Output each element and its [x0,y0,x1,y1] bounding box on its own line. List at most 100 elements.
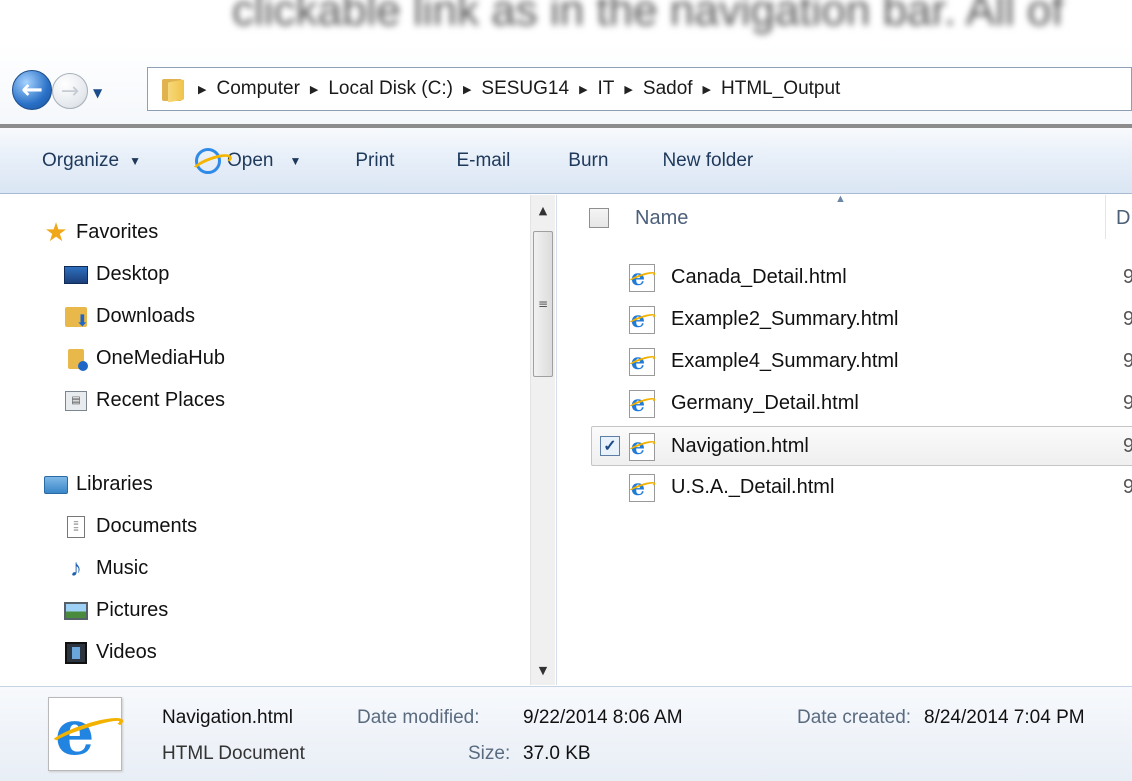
desktop-icon [64,264,88,286]
file-name: Navigation.html [671,435,809,457]
size-value: 37.0 KB [523,743,591,764]
nav-label: Documents [96,515,198,537]
address-bar[interactable]: ▶ Computer ▶ Local Disk (C:) ▶ SESUG14 ▶… [147,67,1132,111]
html-file-icon: e [627,348,657,376]
background-document-text: clickable link as in the navigation bar.… [0,0,1132,44]
nav-label: Videos [96,641,157,663]
file-date-cut: 9 [1123,476,1132,498]
print-label: Print [355,149,395,171]
nav-documents[interactable]: ≡ ≡ Documents [64,515,197,538]
pictures-icon [64,600,88,622]
scroll-up-arrow-icon[interactable]: ▲ [531,195,555,225]
chevron-down-icon: ▼ [129,153,141,168]
organize-button[interactable]: Organize ▼ [42,150,141,172]
date-created-label: Date created: [797,707,912,728]
details-pane: e Navigation.html HTML Document Date mod… [0,686,1132,781]
nav-desktop[interactable]: Desktop [64,263,169,286]
file-date-cut: 9 [1123,350,1132,372]
file-date-cut: 9 [1123,435,1132,457]
nav-label: OneMediaHub [96,347,225,369]
crumb-it[interactable]: IT [598,78,615,100]
crumb-html-output[interactable]: HTML_Output [721,78,840,100]
nav-pictures[interactable]: Pictures [64,599,168,622]
date-modified-label: Date modified: [357,707,480,728]
file-row-selected[interactable]: ✓ e Navigation.html 9 [591,426,1132,466]
libraries-icon [44,474,68,496]
videos-icon [64,641,88,664]
new-folder-button[interactable]: New folder [662,150,753,172]
html-file-icon: e [627,390,657,418]
forward-arrow-icon: → [60,78,80,104]
burn-button[interactable]: Burn [568,150,608,172]
back-arrow-icon: ← [21,75,43,105]
downloads-folder-icon: ⬇ [64,306,89,329]
crumb-sadof[interactable]: Sadof [643,78,693,100]
forward-button[interactable]: → [52,73,88,109]
open-label: Open [227,149,274,171]
html-file-icon: e [627,264,657,292]
chevron-right-icon[interactable]: ▶ [624,83,632,96]
nav-music[interactable]: ♪ Music [64,554,149,582]
file-row[interactable]: e Example2_Summary.html 9 [557,300,1132,340]
nav-label: Favorites [76,221,159,243]
nav-onemediahub[interactable]: OneMediaHub [64,347,225,371]
email-label: E-mail [456,149,511,171]
recent-places-icon: ▤ [64,390,88,412]
print-button[interactable]: Print [355,150,394,172]
detail-file-type: HTML Document [162,743,305,764]
scroll-thumb[interactable]: ≡ [533,231,553,377]
file-row[interactable]: e U.S.A._Detail.html 9 [557,468,1132,508]
nav-recent-places[interactable]: ▤ Recent Places [64,389,225,412]
chevron-right-icon[interactable]: ▶ [703,83,711,96]
chevron-right-icon[interactable]: ▶ [198,83,206,96]
new-folder-label: New folder [662,149,754,171]
back-button[interactable]: ← [12,70,52,110]
chevron-right-icon[interactable]: ▶ [310,83,318,96]
nav-libraries[interactable]: Libraries [44,473,153,496]
nav-label: Pictures [96,599,169,621]
date-column-header[interactable]: D [1116,207,1130,230]
file-row[interactable]: e Example4_Summary.html 9 [557,342,1132,382]
nav-downloads[interactable]: ⬇ Downloads [64,305,195,329]
date-created-value: 8/24/2014 7:04 PM [924,707,1085,728]
name-column-header[interactable]: Name [635,207,688,230]
email-button[interactable]: E-mail [456,150,510,172]
music-note-icon: ♪ [70,554,82,582]
column-separator[interactable] [1105,195,1106,239]
nav-label: Recent Places [96,389,225,411]
onemediahub-folder-icon [64,348,88,371]
burn-label: Burn [568,149,609,171]
column-header: Name ▲ D [557,193,1132,243]
recent-pages-dropdown[interactable]: ▼ [93,86,102,100]
crumb-local-disk[interactable]: Local Disk (C:) [328,78,453,100]
file-name: U.S.A._Detail.html [671,476,835,498]
nav-videos[interactable]: Videos [64,641,157,664]
row-checkbox-checked[interactable]: ✓ [600,436,620,456]
select-all-checkbox[interactable] [589,208,609,228]
command-bar: Organize ▼ Open ▼ Print E-mail Burn New … [0,128,1132,194]
html-document-icon: e [48,697,126,771]
html-file-icon: e [627,306,657,334]
file-name: Canada_Detail.html [671,266,847,288]
size-label: Size: [468,743,511,764]
nav-label: Libraries [76,473,153,495]
scroll-down-arrow-icon[interactable]: ▼ [531,655,555,685]
file-row[interactable]: e Canada_Detail.html 9 [557,258,1132,298]
date-modified-value: 9/22/2014 8:06 AM [523,707,683,728]
navigation-scrollbar[interactable]: ▲ ≡ ▼ [530,195,555,685]
chevron-right-icon[interactable]: ▶ [579,83,587,96]
nav-label: Music [96,557,149,579]
documents-icon: ≡ ≡ [64,515,88,538]
html-file-icon: e [627,433,657,461]
folder-icon [162,77,184,103]
internet-explorer-icon [195,147,221,174]
crumb-computer[interactable]: Computer [216,78,299,100]
chevron-right-icon[interactable]: ▶ [463,83,471,96]
crumb-sesug14[interactable]: SESUG14 [481,78,569,100]
html-file-icon: e [627,474,657,502]
open-button[interactable]: Open ▼ [195,147,302,174]
nav-favorites[interactable]: ★ Favorites [44,217,159,247]
file-row[interactable]: e Germany_Detail.html 9 [557,384,1132,424]
chevron-down-icon: ▼ [289,153,302,168]
star-icon: ★ [44,217,68,247]
